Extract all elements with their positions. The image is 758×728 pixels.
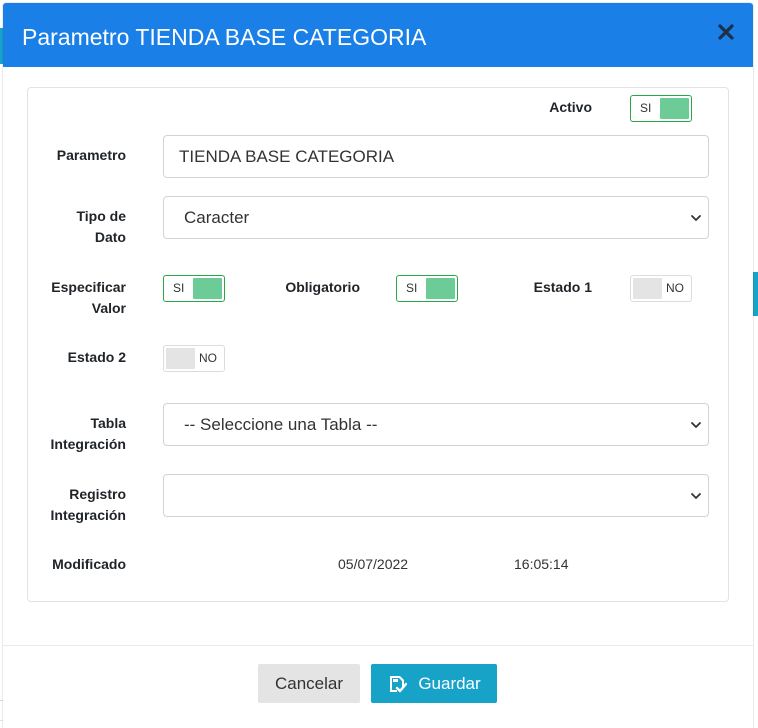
modificado-date: 05/07/2022 (338, 556, 409, 572)
estado1-toggle[interactable]: NO (630, 275, 692, 302)
save-button-label: Guardar (418, 673, 481, 693)
cancel-button-label: Cancelar (274, 673, 344, 693)
tabla-integracion-label-line2: Integración (50, 436, 126, 452)
registro-integracion-select[interactable] (163, 474, 709, 517)
especificar-valor-toggle-text: SI (173, 281, 185, 295)
chevron-down-icon (691, 422, 701, 428)
background-accent-right (753, 272, 758, 316)
parametro-input[interactable]: TIENDA BASE CATEGORIA (163, 135, 709, 178)
form-card: Activo SI Parametro TIENDA BASE CATEGORI… (27, 87, 729, 602)
estado1-label: Estado 1 (533, 279, 592, 295)
tipo-dato-label-line2: Dato (94, 229, 126, 245)
modificado-time: 16:05:14 (514, 556, 569, 572)
especificar-valor-toggle[interactable]: SI (163, 275, 225, 302)
modal-header: Parametro TIENDA BASE CATEGORIA (3, 3, 753, 67)
tipo-dato-selected: Caracter (184, 208, 250, 227)
tabla-integracion-selected: -- Seleccione una Tabla -- (184, 415, 378, 434)
activo-toggle[interactable]: SI (630, 95, 692, 122)
especificar-valor-label: Especificar Valor (38, 277, 126, 319)
modificado-label: Modificado (52, 556, 126, 572)
registro-integracion-label-line2: Integración (50, 507, 126, 523)
estado2-toggle[interactable]: NO (163, 345, 225, 372)
tipo-dato-select[interactable]: Caracter (163, 196, 709, 239)
especificar-valor-label-line2: Valor (91, 300, 126, 316)
especificar-valor-label-line1: Especificar (51, 279, 126, 295)
chevron-down-icon (691, 493, 701, 499)
tipo-dato-label-line1: Tipo de (76, 208, 126, 224)
activo-label: Activo (549, 99, 592, 115)
toggle-knob (660, 98, 689, 119)
registro-integracion-label: Registro Integración (38, 484, 126, 526)
cancel-button[interactable]: Cancelar (258, 664, 360, 703)
obligatorio-label: Obligatorio (285, 279, 360, 295)
toggle-knob (166, 348, 195, 369)
tabla-integracion-label: Tabla Integración (38, 413, 126, 455)
modal-title: Parametro TIENDA BASE CATEGORIA (22, 24, 427, 50)
save-icon (390, 675, 408, 692)
toggle-knob (633, 278, 662, 299)
parametro-value: TIENDA BASE CATEGORIA (179, 147, 395, 166)
activo-toggle-text: SI (640, 101, 652, 115)
close-icon[interactable] (717, 23, 735, 41)
modal-footer-divider (3, 645, 753, 646)
parameter-modal: Parametro TIENDA BASE CATEGORIA Activo S… (3, 3, 753, 728)
save-button[interactable]: Guardar (371, 664, 497, 703)
parametro-label: Parametro (56, 147, 126, 163)
estado1-toggle-text: NO (666, 281, 684, 295)
obligatorio-toggle-text: SI (406, 281, 418, 295)
toggle-knob (193, 278, 222, 299)
chevron-down-icon (691, 215, 701, 221)
obligatorio-toggle[interactable]: SI (396, 275, 458, 302)
registro-integracion-label-line1: Registro (69, 486, 126, 502)
tipo-dato-label: Tipo de Dato (38, 206, 126, 248)
estado2-toggle-text: NO (199, 351, 217, 365)
tabla-integracion-select[interactable]: -- Seleccione una Tabla -- (163, 403, 709, 446)
estado2-label: Estado 2 (67, 349, 126, 365)
toggle-knob (426, 278, 455, 299)
tabla-integracion-label-line1: Tabla (90, 415, 126, 431)
